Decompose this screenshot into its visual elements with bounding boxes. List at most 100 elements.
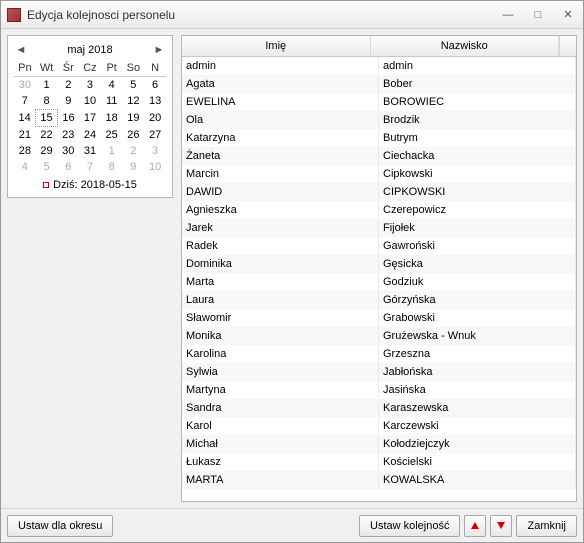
table-row[interactable]: KatarzynaButrym <box>182 129 576 147</box>
arrow-up-icon <box>471 522 479 529</box>
calendar-dow: Pt <box>101 60 123 77</box>
cell-last-name: Grabowski <box>379 309 576 327</box>
calendar-today-link[interactable]: Dziś: 2018-05-15 <box>14 175 166 193</box>
calendar-day[interactable]: 26 <box>123 127 145 144</box>
window-frame: Edycja kolejnosci personelu — □ ✕ ◄ maj … <box>0 0 584 543</box>
move-down-button[interactable] <box>490 515 512 537</box>
calendar-day[interactable]: 7 <box>14 93 36 110</box>
calendar-dow: Pn <box>14 60 36 77</box>
table-row[interactable]: MonikaGrużewska - Wnuk <box>182 327 576 345</box>
column-header-first[interactable]: Imię <box>182 36 371 56</box>
calendar-day[interactable]: 28 <box>14 143 36 159</box>
calendar-day[interactable]: 29 <box>36 143 58 159</box>
calendar-day[interactable]: 4 <box>101 77 123 94</box>
calendar-day[interactable]: 14 <box>14 110 36 127</box>
table-row[interactable]: ŁukaszKościelski <box>182 453 576 471</box>
move-up-button[interactable] <box>464 515 486 537</box>
calendar-day[interactable]: 18 <box>101 110 123 127</box>
calendar-day[interactable]: 23 <box>57 127 79 144</box>
calendar-prev-icon[interactable]: ◄ <box>14 44 28 56</box>
table-row[interactable]: adminadmin <box>182 57 576 75</box>
table-row[interactable]: KarolKarczewski <box>182 417 576 435</box>
calendar-day[interactable]: 13 <box>144 93 166 110</box>
calendar-month-label[interactable]: maj 2018 <box>67 44 112 56</box>
set-for-period-button[interactable]: Ustaw dla okresu <box>7 515 113 537</box>
calendar-day[interactable]: 17 <box>79 110 101 127</box>
minimize-button[interactable]: — <box>494 6 522 24</box>
calendar-day[interactable]: 1 <box>101 143 123 159</box>
table-row[interactable]: SławomirGrabowski <box>182 309 576 327</box>
table-row[interactable]: ŻanetaCiechacka <box>182 147 576 165</box>
calendar-day[interactable]: 30 <box>57 143 79 159</box>
calendar-day[interactable]: 24 <box>79 127 101 144</box>
table-row[interactable]: SandraKaraszewska <box>182 399 576 417</box>
table-row[interactable]: EWELINABOROWIEC <box>182 93 576 111</box>
calendar-day[interactable]: 10 <box>144 159 166 175</box>
table-row[interactable]: RadekGawroński <box>182 237 576 255</box>
scrollbar-header-stub <box>559 36 576 56</box>
calendar-day[interactable]: 19 <box>123 110 145 127</box>
table-row[interactable]: MarcinCipkowski <box>182 165 576 183</box>
close-button[interactable]: Zamknij <box>516 515 577 537</box>
calendar-day[interactable]: 2 <box>57 77 79 94</box>
calendar-day[interactable]: 6 <box>57 159 79 175</box>
calendar-day[interactable]: 15 <box>36 110 58 127</box>
table-row[interactable]: DominikaGęsicka <box>182 255 576 273</box>
today-label: Dziś: 2018-05-15 <box>53 179 137 191</box>
table-row[interactable]: MartaGodziuk <box>182 273 576 291</box>
calendar-day[interactable]: 11 <box>101 93 123 110</box>
calendar-day[interactable]: 25 <box>101 127 123 144</box>
table-row[interactable]: MARTAKOWALSKA <box>182 471 576 489</box>
calendar-day[interactable]: 7 <box>79 159 101 175</box>
calendar-next-icon[interactable]: ► <box>152 44 166 56</box>
cell-first-name: Monika <box>182 327 379 345</box>
calendar-day[interactable]: 20 <box>144 110 166 127</box>
cell-first-name: Radek <box>182 237 379 255</box>
calendar-day[interactable]: 4 <box>14 159 36 175</box>
table-row[interactable]: AgnieszkaCzerepowicz <box>182 201 576 219</box>
calendar-day[interactable]: 12 <box>123 93 145 110</box>
calendar-day[interactable]: 10 <box>79 93 101 110</box>
table-row[interactable]: MartynaJasińska <box>182 381 576 399</box>
table-row[interactable]: LauraGórzyńska <box>182 291 576 309</box>
table-row[interactable]: AgataBober <box>182 75 576 93</box>
column-header-last[interactable]: Nazwisko <box>371 36 560 56</box>
calendar-day[interactable]: 21 <box>14 127 36 144</box>
table-row[interactable]: KarolinaGrzeszna <box>182 345 576 363</box>
calendar-day[interactable]: 30 <box>14 77 36 94</box>
table-row[interactable]: JarekFijołek <box>182 219 576 237</box>
table-row[interactable]: OlaBrodzik <box>182 111 576 129</box>
calendar: ◄ maj 2018 ► PnWtŚrCzPtSoN 3012345678910… <box>7 35 173 198</box>
maximize-button[interactable]: □ <box>524 6 552 24</box>
cell-last-name: Kołodziejczyk <box>379 435 576 453</box>
calendar-day[interactable]: 9 <box>123 159 145 175</box>
grid-body[interactable]: adminadminAgataBoberEWELINABOROWIECOlaBr… <box>182 57 576 501</box>
set-order-button[interactable]: Ustaw kolejność <box>359 515 460 537</box>
calendar-dow: Wt <box>36 60 58 77</box>
calendar-day[interactable]: 31 <box>79 143 101 159</box>
calendar-dow: Śr <box>57 60 79 77</box>
table-row[interactable]: MichałKołodziejczyk <box>182 435 576 453</box>
calendar-day[interactable]: 27 <box>144 127 166 144</box>
calendar-day[interactable]: 8 <box>36 93 58 110</box>
calendar-day[interactable]: 6 <box>144 77 166 94</box>
cell-first-name: admin <box>182 57 379 75</box>
cell-last-name: Brodzik <box>379 111 576 129</box>
calendar-day[interactable]: 3 <box>144 143 166 159</box>
calendar-day[interactable]: 8 <box>101 159 123 175</box>
table-row[interactable]: SylwiaJabłońska <box>182 363 576 381</box>
calendar-day[interactable]: 2 <box>123 143 145 159</box>
cell-last-name: Kościelski <box>379 453 576 471</box>
calendar-day[interactable]: 5 <box>36 159 58 175</box>
calendar-day[interactable]: 22 <box>36 127 58 144</box>
calendar-day[interactable]: 3 <box>79 77 101 94</box>
close-window-button[interactable]: ✕ <box>554 6 582 24</box>
table-row[interactable]: DAWIDCIPKOWSKI <box>182 183 576 201</box>
cell-last-name: Fijołek <box>379 219 576 237</box>
calendar-day[interactable]: 5 <box>123 77 145 94</box>
calendar-day[interactable]: 9 <box>57 93 79 110</box>
personnel-grid: Imię Nazwisko adminadminAgataBoberEWELIN… <box>181 35 577 502</box>
calendar-day[interactable]: 16 <box>57 110 79 127</box>
cell-last-name: Karaszewska <box>379 399 576 417</box>
calendar-day[interactable]: 1 <box>36 77 58 94</box>
